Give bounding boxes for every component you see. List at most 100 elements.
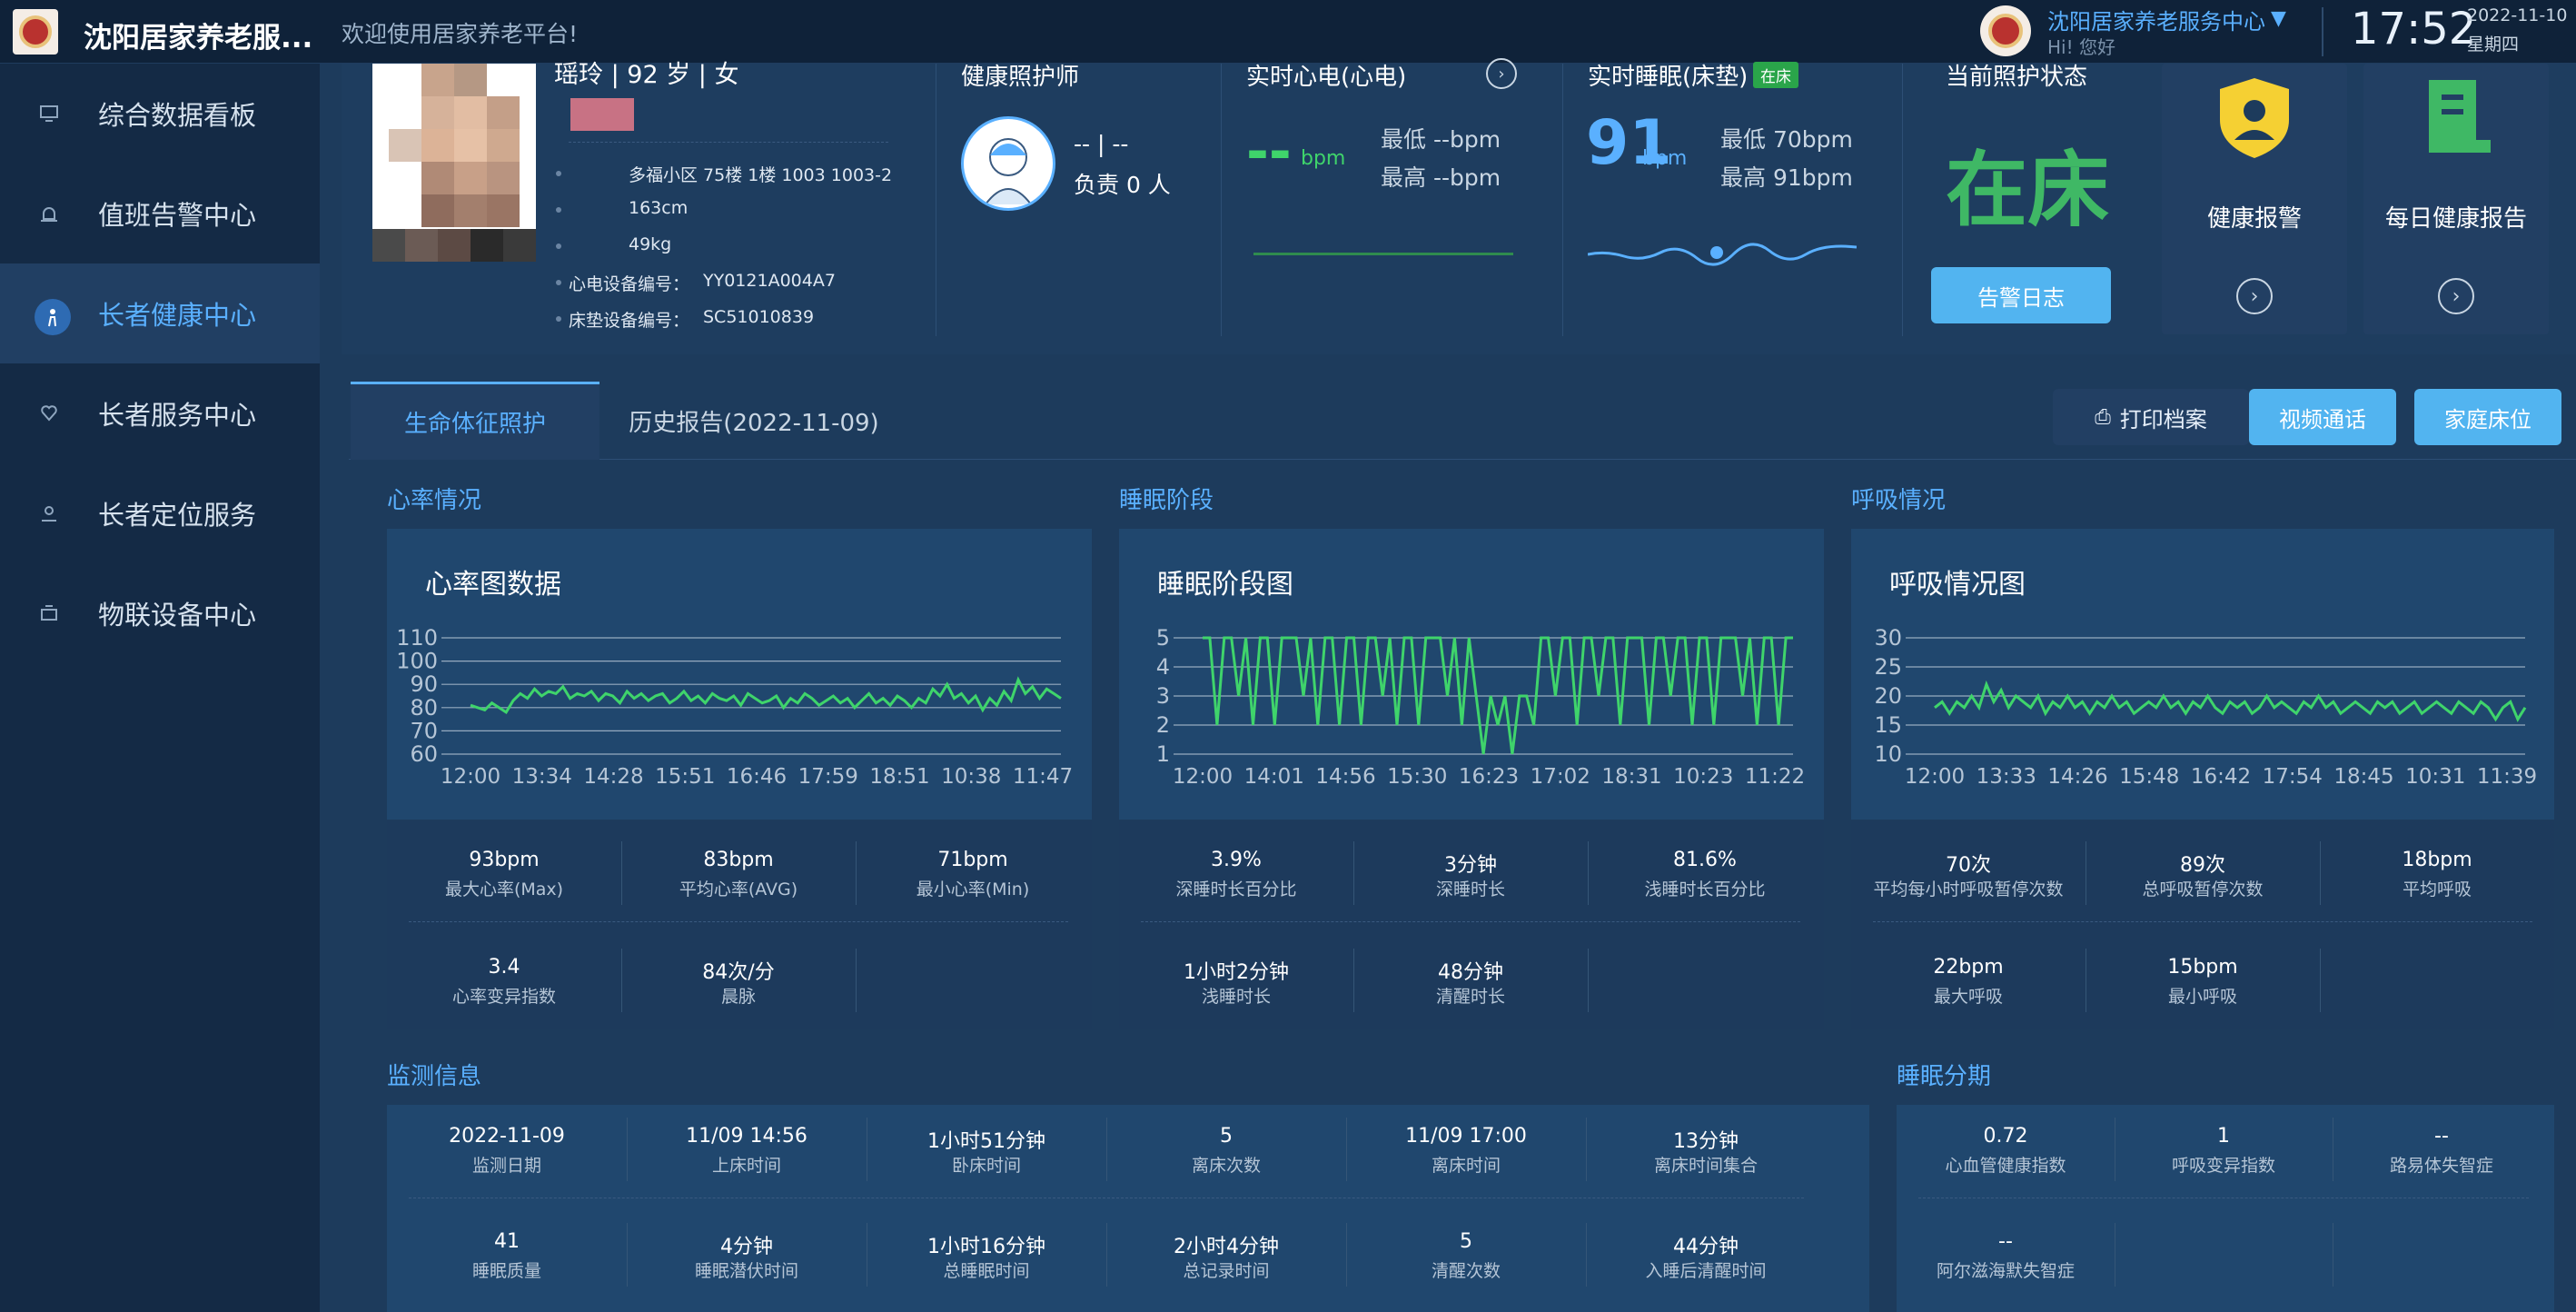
- y-tick-label: 4: [1156, 654, 1170, 680]
- sidebar-item-devices[interactable]: 物联设备中心: [0, 563, 320, 663]
- sidebar-item-alarm[interactable]: 值班告警中心: [0, 164, 320, 263]
- stat-label: 平均心率(AVG): [679, 880, 798, 900]
- stat-label: 离床时间: [1431, 1156, 1501, 1176]
- x-tick-label: 14:28: [583, 765, 643, 789]
- x-tick-label: 13:34: [512, 765, 572, 789]
- alarm-icon: [35, 199, 64, 228]
- stat-value: 4分钟: [720, 1236, 773, 1258]
- x-tick-label: 18:51: [869, 765, 929, 789]
- x-tick-label: 10:31: [2405, 765, 2465, 789]
- y-tick-label: 70: [410, 718, 438, 743]
- stat-label: 离床次数: [1191, 1156, 1262, 1176]
- stat-separator: [1588, 841, 1589, 905]
- stat-value: 89次: [2180, 854, 2225, 877]
- stat-value: 18bpm: [2402, 849, 2472, 871]
- sidebar-item-label: 综合数据看板: [98, 100, 257, 131]
- stat-separator: [1106, 1223, 1107, 1287]
- stat-separator: [2320, 841, 2321, 905]
- stat-label: 入睡后清醒时间: [1645, 1261, 1767, 1281]
- daily-report-card[interactable]: 每日健康报告 ›: [2363, 64, 2549, 334]
- printer-icon: ⎙: [2095, 405, 2111, 429]
- heart-stats-card: 93bpm 最大心率(Max) 83bpm 平均心率(AVG) 71bpm 最小心率(Mi…: [387, 821, 1092, 1029]
- y-tick-label: 1: [1156, 741, 1170, 767]
- stat-label: 最小呼吸: [2167, 987, 2238, 1007]
- x-tick-label: 10:23: [1673, 765, 1733, 789]
- device-icon: [35, 599, 64, 628]
- bullet: [556, 316, 561, 322]
- stat-row-divider: [1141, 921, 1800, 922]
- user-name[interactable]: 沈阳居家养老服务中心: [2047, 4, 2265, 35]
- heart-rate-chart: 1101009080706012:00 13:34 14:28 15:51 16:46 1…: [396, 625, 1073, 789]
- caregiver-count: 负责 0 人: [1074, 172, 1171, 198]
- x-tick-label: 15:48: [2119, 765, 2179, 789]
- stat-value: 15bpm: [2167, 956, 2238, 979]
- tab-history-report[interactable]: 历史报告(2022-11-09): [618, 382, 890, 460]
- y-tick-label: 60: [410, 741, 438, 767]
- ecg-min: 最低 --bpm: [1381, 126, 1501, 153]
- ecg-max: 最高 --bpm: [1381, 164, 1501, 191]
- sidebar-item-dashboard[interactable]: 综合数据看板: [0, 64, 320, 164]
- stat-label: 清醒次数: [1431, 1261, 1501, 1281]
- sleep-heart-max: 最高 91bpm: [1720, 164, 1853, 191]
- info-divider: [569, 142, 888, 143]
- elder-name-age-gender: 瑶玲 | 92 岁 | 女: [554, 61, 739, 89]
- x-tick-label: 14:26: [2047, 765, 2107, 789]
- chevron-right-icon[interactable]: ›: [2236, 278, 2273, 314]
- mattress-device-label: 床垫设备编号：: [569, 311, 690, 331]
- chevron-right-icon[interactable]: ›: [1486, 58, 1517, 89]
- stat-value: 48分钟: [1438, 961, 1503, 984]
- sidebar-item-label: 长者健康中心: [98, 300, 257, 331]
- elder-photo: [372, 64, 536, 262]
- y-tick-label: 90: [410, 671, 438, 697]
- stat-label: 总睡眠时间: [943, 1261, 1030, 1281]
- chevron-right-icon[interactable]: ›: [2438, 278, 2474, 314]
- stat-label: 浅睡时长百分比: [1644, 880, 1766, 900]
- user-avatar[interactable]: [1980, 5, 2031, 56]
- clock-time: 17:52: [2351, 4, 2477, 55]
- y-tick-label: 20: [1874, 683, 1902, 709]
- breath-chart: 30 25 20 15 1012:00 13:33 14:26 15:48 16:42 17:54…: [1874, 625, 2537, 789]
- stat-separator: [856, 841, 857, 905]
- y-tick-label: 5: [1156, 625, 1170, 651]
- family-bed-button[interactable]: 家庭床位: [2414, 389, 2561, 445]
- health-alarm-card[interactable]: 健康报警 ›: [2162, 64, 2347, 334]
- care-status-value: 在床: [1946, 143, 2109, 238]
- chevron-down-icon[interactable]: ▼: [2271, 7, 2286, 30]
- stat-separator: [1588, 949, 1589, 1012]
- user-greeting: Hi! 您好: [2047, 36, 2115, 58]
- x-tick-label: 11:22: [1745, 765, 1805, 789]
- series-line: [1934, 680, 2527, 722]
- x-tick-label: 11:39: [2477, 765, 2537, 789]
- x-tick-label: 14:01: [1244, 765, 1304, 789]
- x-tick-label: 10:38: [941, 765, 1001, 789]
- stat-value: 83bpm: [703, 849, 774, 871]
- x-tick-label: 17:02: [1531, 765, 1590, 789]
- sleep-phase-section-label: 睡眠分期: [1897, 1063, 1992, 1090]
- sidebar-item-label: 长者定位服务: [98, 500, 257, 531]
- stat-separator: [1586, 1223, 1587, 1287]
- stat-label: 清醒时长: [1435, 987, 1506, 1007]
- alarm-log-button[interactable]: 告警日志: [1931, 267, 2111, 323]
- print-button[interactable]: ⎙ 打印档案: [2053, 389, 2249, 445]
- sidebar-item-location[interactable]: 长者定位服务: [0, 463, 320, 563]
- tab-vital-signs[interactable]: 生命体征照护: [351, 382, 599, 460]
- stat-label: 平均每小时呼吸暂停次数: [1873, 880, 2064, 900]
- health-alarm-label: 健康报警: [2206, 205, 2302, 233]
- stat-value: 11/09 17:00: [1405, 1125, 1527, 1148]
- sidebar-item-elder-health[interactable]: 长者健康中心: [0, 263, 320, 363]
- mattress-device-id: SC51010839: [703, 307, 815, 327]
- stat-separator: [621, 949, 622, 1012]
- stat-value: 81.6%: [1673, 849, 1737, 871]
- caregiver-avatar: [961, 116, 1055, 211]
- video-call-button[interactable]: 视频通话: [2249, 389, 2396, 445]
- sidebar-item-label: 物联设备中心: [98, 600, 257, 631]
- stat-value: --: [1998, 1230, 2013, 1253]
- stat-label: 路易体失智症: [2389, 1156, 2494, 1176]
- sleep-heart-min: 最低 70bpm: [1720, 126, 1853, 153]
- app-logo: [13, 9, 58, 55]
- stat-value: --: [2434, 1125, 2449, 1148]
- x-tick-label: 16:46: [727, 765, 787, 789]
- sidebar-item-elder-service[interactable]: 长者服务中心: [0, 363, 320, 463]
- stat-label: 睡眠质量: [471, 1261, 542, 1281]
- y-tick-label: 10: [1874, 741, 1902, 767]
